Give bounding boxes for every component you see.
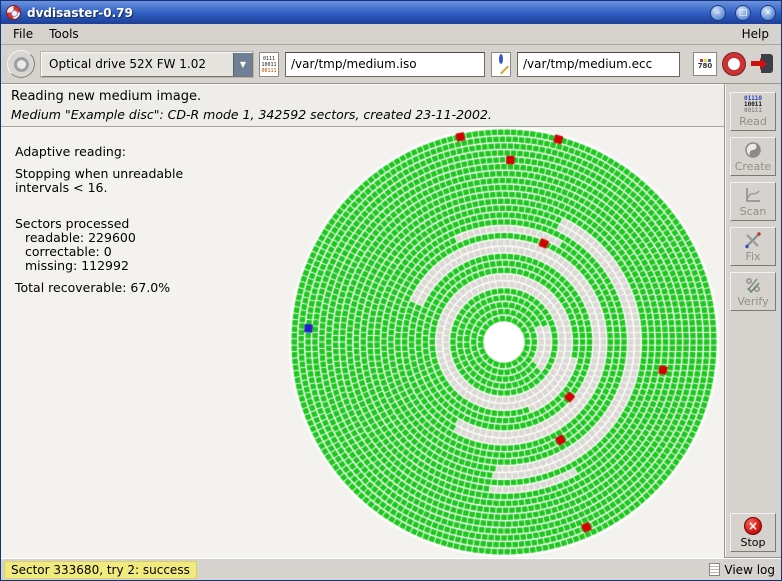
verify-button[interactable]: Verify xyxy=(730,272,776,311)
toolbar: Optical drive 52X FW 1.02 ▼ 0111 10011 0… xyxy=(1,45,781,84)
app-icon xyxy=(6,5,21,20)
scan-icon xyxy=(744,186,762,204)
menubar: File Tools Help xyxy=(1,24,781,45)
menu-help[interactable]: Help xyxy=(734,25,777,43)
quit-button[interactable] xyxy=(751,52,775,76)
pencil-icon xyxy=(500,65,509,74)
close-button[interactable]: × xyxy=(760,5,776,21)
sectors-heading: Sectors processed xyxy=(15,217,183,231)
cd-icon xyxy=(499,54,503,64)
window-title: dvdisaster-0.79 xyxy=(27,6,701,20)
chevron-down-icon: ▼ xyxy=(233,53,252,76)
stop-label: Stop xyxy=(740,536,765,549)
titlebar: dvdisaster-0.79 – □ × xyxy=(1,1,781,24)
image-file-input[interactable] xyxy=(285,52,485,77)
scan-label: Scan xyxy=(740,205,767,218)
ecc-file-icon xyxy=(491,52,511,77)
content-row: Reading new medium image. Medium "Exampl… xyxy=(1,84,781,558)
adaptive-reading-heading: Adaptive reading: xyxy=(15,145,183,159)
reading-area: Adaptive reading: Stopping when unreadab… xyxy=(1,127,724,558)
read-button[interactable]: 01110 10011 00111 Read xyxy=(730,92,776,131)
read-label: Read xyxy=(739,115,767,128)
log-icon xyxy=(709,563,720,576)
fix-label: Fix xyxy=(745,250,760,263)
disc-icon xyxy=(14,57,29,72)
stop-button[interactable]: × Stop xyxy=(730,513,776,552)
create-label: Create xyxy=(735,160,772,173)
image-file-icon: 0111 10011 00111 xyxy=(259,52,279,77)
binary-row: 00111 xyxy=(260,68,278,74)
missing-count: missing: 112992 xyxy=(15,259,183,273)
status-message: Sector 333680, try 2: success xyxy=(4,561,197,579)
readable-count: readable: 229600 xyxy=(15,231,183,245)
statusbar: Sector 333680, try 2: success View log xyxy=(1,558,781,580)
exit-arrow-icon xyxy=(751,61,760,66)
total-recoverable: Total recoverable: 67.0% xyxy=(15,281,183,295)
fix-icon xyxy=(744,231,762,249)
status-panel: Reading new medium image. Medium "Exampl… xyxy=(1,84,724,127)
drive-eject-button[interactable] xyxy=(7,50,35,78)
disc-spiral-canvas xyxy=(286,127,722,557)
stop-condition-line1: Stopping when unreadable xyxy=(15,167,183,181)
preferences-button[interactable]: 780 xyxy=(693,52,717,76)
fix-button[interactable]: Fix xyxy=(730,227,776,266)
stop-condition-line2: intervals < 16. xyxy=(15,181,183,195)
help-button[interactable] xyxy=(723,53,745,75)
verify-label: Verify xyxy=(737,295,768,308)
view-log-button[interactable]: View log xyxy=(709,563,775,577)
read-icon: 01110 10011 00111 xyxy=(744,96,762,114)
status-headline: Reading new medium image. xyxy=(11,89,714,104)
menu-file[interactable]: File xyxy=(5,25,41,43)
sidebar: 01110 10011 00111 Read Create Scan xyxy=(724,84,781,558)
app-window: dvdisaster-0.79 – □ × File Tools Help Op… xyxy=(0,0,782,581)
ecc-file-input[interactable] xyxy=(517,52,680,77)
drive-select[interactable]: Optical drive 52X FW 1.02 ▼ xyxy=(41,52,253,77)
medium-info: Medium "Example disc": CD-R mode 1, 3425… xyxy=(11,107,714,122)
verify-icon xyxy=(744,276,762,294)
info-panel: Adaptive reading: Stopping when unreadab… xyxy=(15,145,183,295)
binary-row: 10011 xyxy=(260,62,278,68)
scan-button[interactable]: Scan xyxy=(730,182,776,221)
preferences-icon-text: 780 xyxy=(698,63,713,70)
correctable-count: correctable: 0 xyxy=(15,245,183,259)
create-icon xyxy=(744,141,762,159)
maximize-button[interactable]: □ xyxy=(735,5,751,21)
left-column: Reading new medium image. Medium "Exampl… xyxy=(1,84,724,558)
view-log-label: View log xyxy=(724,563,775,577)
menu-tools[interactable]: Tools xyxy=(41,25,87,43)
stop-icon: × xyxy=(744,517,762,535)
minimize-button[interactable]: – xyxy=(710,5,726,21)
drive-select-value: Optical drive 52X FW 1.02 xyxy=(42,53,233,76)
create-button[interactable]: Create xyxy=(730,137,776,176)
